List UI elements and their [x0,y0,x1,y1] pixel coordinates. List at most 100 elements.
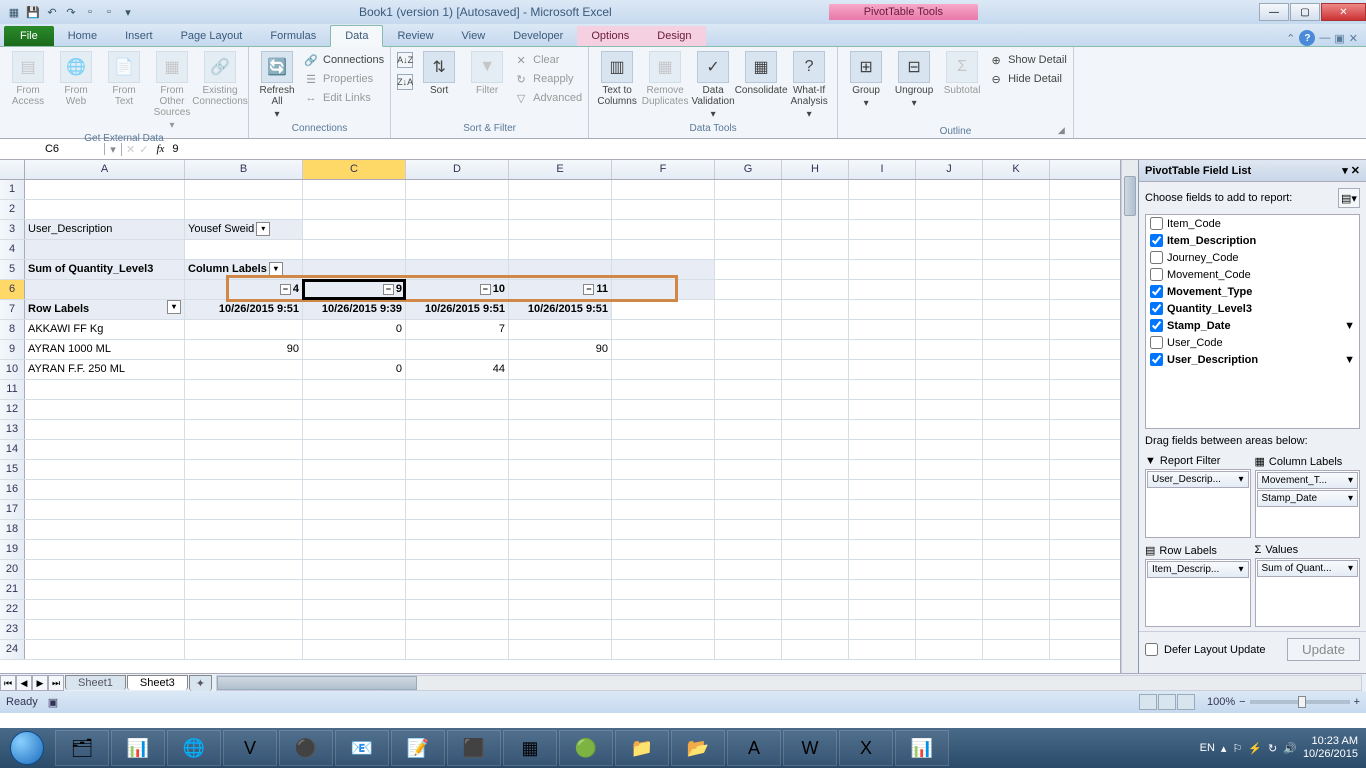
taskbar-item[interactable]: 📊 [895,730,949,766]
row-header[interactable]: 2 [0,200,25,219]
start-button[interactable] [0,728,54,768]
qat-dropdown-icon[interactable]: ▾ [120,4,136,20]
dropdown-icon[interactable]: ▾ [1348,493,1353,504]
row-header[interactable]: 7 [0,300,25,319]
enter-icon[interactable]: ✓ [139,143,148,156]
cell[interactable]: 10/26/2015 9:51 [185,300,303,319]
tab-data[interactable]: Data [330,25,383,47]
filter-button[interactable]: ▼Filter [465,51,509,96]
name-box-input[interactable] [4,143,100,155]
taskbar-item[interactable]: 📊 [111,730,165,766]
layout-options-button[interactable]: ▤▾ [1338,188,1360,208]
help-icon[interactable]: ? [1299,30,1315,46]
tab-design[interactable]: Design [643,26,705,46]
cell[interactable]: 0 [303,320,406,339]
cell[interactable]: 10/26/2015 9:51 [509,300,612,319]
cell[interactable]: 44 [406,360,509,379]
taskbar-item[interactable]: 📁 [615,730,669,766]
refresh-all-button[interactable]: 🔄Refresh All▾ [255,51,299,120]
cell[interactable]: Yousef Sweid▾ [185,220,303,239]
update-button[interactable]: Update [1287,638,1360,661]
filter-dropdown-icon[interactable]: ▾ [269,262,283,276]
row-header[interactable]: 12 [0,400,25,419]
col-header[interactable]: K [983,160,1050,179]
select-all-button[interactable] [0,160,25,179]
tab-page-layout[interactable]: Page Layout [167,26,257,46]
name-box-dropdown-icon[interactable]: ▾ [105,143,122,156]
values-area[interactable]: Sum of Quant...▾ [1255,558,1361,627]
existing-conn-button[interactable]: 🔗Existing Connections [198,51,242,107]
row-header[interactable]: 5 [0,260,25,279]
row-header[interactable]: 1 [0,180,25,199]
qat-icon[interactable]: ▫ [82,4,98,20]
cancel-icon[interactable]: ✕ [126,143,135,156]
row-labels-area[interactable]: Item_Descrip...▾ [1145,559,1251,627]
group-button[interactable]: ⊞Group▾ [844,51,888,109]
col-header[interactable]: F [612,160,715,179]
zoom-level[interactable]: 100% [1207,696,1235,708]
row-header[interactable]: 17 [0,500,25,519]
tab-view[interactable]: View [448,26,500,46]
text-to-columns-button[interactable]: ▥Text to Columns [595,51,639,107]
fx-icon[interactable]: fx [152,143,168,155]
page-layout-view-button[interactable] [1158,694,1176,710]
vertical-scrollbar[interactable] [1121,160,1138,673]
tab-insert[interactable]: Insert [111,26,167,46]
row-header[interactable]: 10 [0,360,25,379]
macro-record-icon[interactable]: ▣ [48,696,58,709]
field-checkbox[interactable] [1150,353,1163,366]
column-labels-area[interactable]: Movement_T...▾ Stamp_Date▾ [1255,470,1361,538]
maximize-button[interactable]: ▢ [1290,3,1320,21]
cell[interactable]: −10 [406,280,509,299]
sort-asc-button[interactable]: A↓Z [397,51,413,69]
field-item[interactable]: Item_Code [1146,215,1359,232]
cell[interactable]: −11 [509,280,612,299]
scrollbar-thumb[interactable] [217,676,417,690]
row-header[interactable]: 18 [0,520,25,539]
sheet-tab-active[interactable]: Sheet3 [127,675,188,690]
cell[interactable]: Column Labels▾ [185,260,303,279]
row-header[interactable]: 19 [0,540,25,559]
filter-icon[interactable]: ▼ [1344,354,1355,366]
updates-icon[interactable]: ↻ [1268,742,1277,755]
tab-formulas[interactable]: Formulas [256,26,330,46]
area-item[interactable]: User_Descrip...▾ [1147,471,1249,488]
sort-desc-button[interactable]: Z↓A [397,73,413,91]
taskbar-item[interactable]: 📧 [335,730,389,766]
qat-icon[interactable]: ▫ [101,4,117,20]
field-item[interactable]: Item_Description [1146,232,1359,249]
field-item[interactable]: Journey_Code [1146,249,1359,266]
edit-links-button[interactable]: ↔Edit Links [303,89,384,107]
from-access-button[interactable]: ▤From Access [6,51,50,107]
clear-button[interactable]: ✕Clear [513,51,582,69]
report-filter-area[interactable]: User_Descrip...▾ [1145,469,1251,538]
fields-list[interactable]: Item_CodeItem_DescriptionJourney_CodeMov… [1145,214,1360,429]
row-header[interactable]: 16 [0,480,25,499]
consolidate-button[interactable]: ▦Consolidate [739,51,783,96]
from-web-button[interactable]: 🌐From Web [54,51,98,107]
taskbar-item[interactable]: ⚫ [279,730,333,766]
normal-view-button[interactable] [1139,694,1157,710]
zoom-in-button[interactable]: + [1354,696,1360,708]
field-item[interactable]: User_Code [1146,334,1359,351]
dropdown-icon[interactable]: ▾ [1238,474,1243,485]
cell[interactable]: −4 [185,280,303,299]
col-header[interactable]: C [303,160,406,179]
taskbar-item[interactable]: 📝 [391,730,445,766]
taskbar-item[interactable]: ⬛ [447,730,501,766]
col-header[interactable]: H [782,160,849,179]
taskbar-item[interactable]: ▦ [503,730,557,766]
col-header[interactable]: E [509,160,612,179]
filter-icon[interactable]: ▼ [1344,320,1355,332]
field-checkbox[interactable] [1150,336,1163,349]
last-sheet-button[interactable]: ⏭ [48,675,64,691]
taskbar-item[interactable]: 🌐 [167,730,221,766]
row-header[interactable]: 20 [0,560,25,579]
ungroup-button[interactable]: ⊟Ungroup▾ [892,51,936,109]
subtotal-button[interactable]: ΣSubtotal [940,51,984,96]
next-sheet-button[interactable]: ▶ [32,675,48,691]
taskbar-item[interactable]: 🟢 [559,730,613,766]
cell[interactable]: 90 [509,340,612,359]
collapse-icon[interactable]: − [383,284,394,295]
cell[interactable]: 7 [406,320,509,339]
